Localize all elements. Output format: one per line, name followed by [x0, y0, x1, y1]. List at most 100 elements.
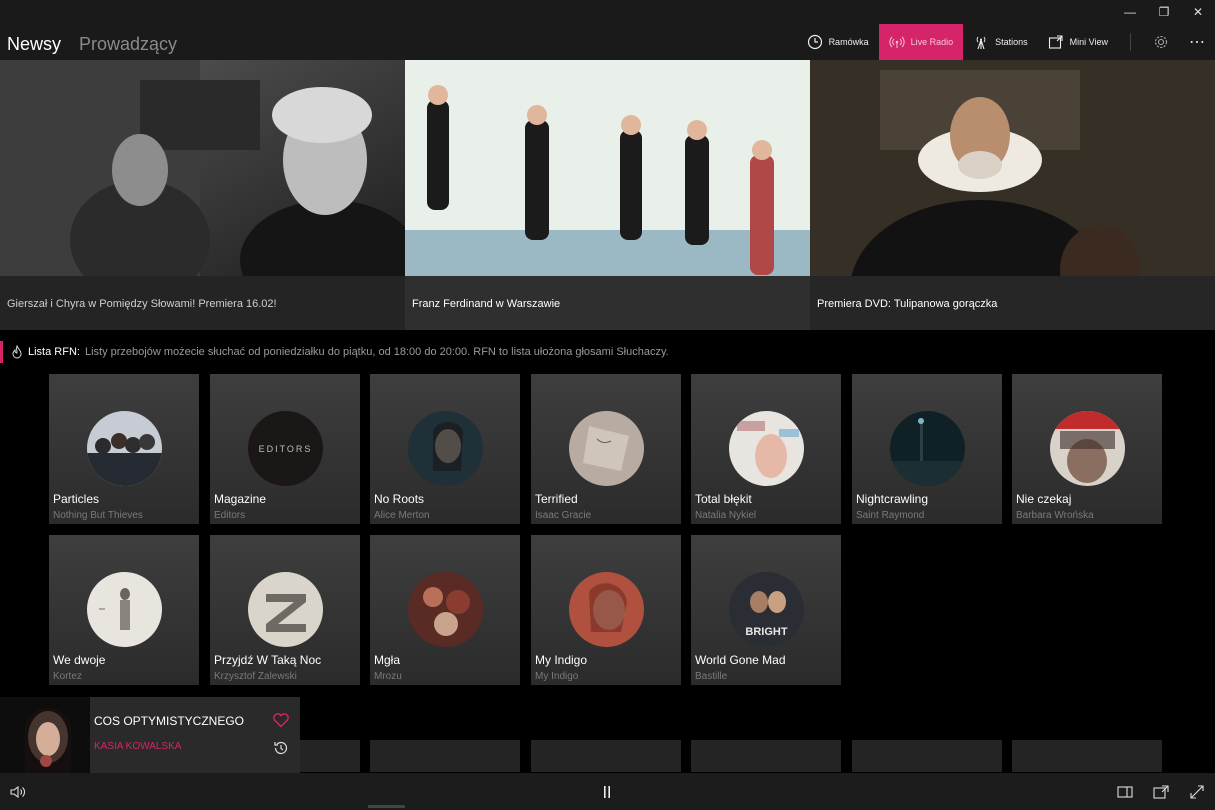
- pivot-nav: Newsy Prowadzący: [7, 34, 177, 55]
- album-cover: EDITORS: [248, 411, 323, 486]
- hero-tile[interactable]: Premiera DVD: Tulipanowa gorączka: [810, 60, 1215, 330]
- song-tile[interactable]: Particles Nothing But Thieves: [49, 374, 199, 524]
- now-playing-artwork[interactable]: [0, 697, 90, 773]
- mini-view-button[interactable]: Mini View: [1038, 24, 1118, 60]
- live-radio-label: Live Radio: [910, 37, 954, 47]
- song-artist: Mrozu: [374, 671, 402, 682]
- song-artist: Editors: [214, 510, 246, 521]
- song-artist: Krzysztof Zalewski: [214, 671, 297, 682]
- song-tile[interactable]: My Indigo My Indigo: [531, 535, 681, 685]
- expand-icon: [1190, 785, 1204, 799]
- song-tile[interactable]: We dwoje Kortez: [49, 535, 199, 685]
- song-tile[interactable]: Nightcrawling Saint Raymond: [852, 374, 1002, 524]
- album-cover: [248, 572, 323, 647]
- gear-icon: [1154, 35, 1168, 49]
- song-artist: My Indigo: [535, 671, 579, 682]
- scroll-indicator: [368, 805, 405, 808]
- volume-button[interactable]: [8, 782, 28, 802]
- song-tile[interactable]: BRIGHT World Gone Mad Bastille: [691, 535, 841, 685]
- toolbar-divider: [1130, 33, 1131, 51]
- hero-caption: Gierszał i Chyra w Pomiędzy Słowami! Pre…: [0, 276, 405, 330]
- hero-image-movie: [810, 60, 1215, 276]
- album-cover-text: BRIGHT: [745, 626, 787, 638]
- song-title: No Roots: [374, 492, 425, 506]
- song-tile[interactable]: Przyjdź W Taką Noc Krzysztof Zalewski: [210, 535, 360, 685]
- now-playing-artist: KASIA KOWALSKA: [94, 741, 182, 752]
- song-tile-placeholder[interactable]: [370, 740, 520, 772]
- album-cover-text: EDITORS: [259, 444, 313, 454]
- settings-button[interactable]: [1143, 24, 1179, 60]
- album-cover: BRIGHT: [729, 572, 804, 647]
- album-cover: [890, 411, 965, 486]
- song-tile-placeholder[interactable]: [691, 740, 841, 772]
- song-title: We dwoje: [53, 653, 106, 667]
- song-tile[interactable]: Total błękit Natalia Nykiel: [691, 374, 841, 524]
- history-icon[interactable]: [272, 739, 290, 757]
- chart-description: Listy przebojów możecie słuchać od ponie…: [84, 346, 669, 358]
- hero-tile[interactable]: Franz Ferdinand w Warszawie: [405, 60, 810, 330]
- album-cover: [87, 572, 162, 647]
- hero-caption: Franz Ferdinand w Warszawie: [405, 276, 810, 330]
- tab-prowadzacy[interactable]: Prowadzący: [79, 34, 177, 55]
- song-title: Nightcrawling: [856, 492, 929, 506]
- song-artist: Kortez: [53, 671, 82, 682]
- song-tile[interactable]: Nie czekaj Barbara Wrońska: [1012, 374, 1162, 524]
- album-cover: [87, 411, 162, 486]
- song-title: Mgła: [374, 653, 401, 667]
- mini-view-label: Mini View: [1069, 37, 1108, 47]
- chart-info-line: Lista RFN: Listy przebojów możecie słuch…: [0, 340, 1215, 364]
- song-tile[interactable]: EDITORS Magazine Editors: [210, 374, 360, 524]
- song-artist: Bastille: [695, 671, 728, 682]
- song-title: Terrified: [535, 492, 578, 506]
- album-cover: [569, 411, 644, 486]
- song-tile-placeholder[interactable]: [852, 740, 1002, 772]
- tab-newsy[interactable]: Newsy: [7, 34, 61, 55]
- compact-view-button[interactable]: [1115, 782, 1135, 802]
- song-tile[interactable]: No Roots Alice Merton: [370, 374, 520, 524]
- song-tile-placeholder[interactable]: [1012, 740, 1162, 772]
- song-title: Particles: [53, 492, 100, 506]
- song-artist: Isaac Gracie: [535, 510, 592, 521]
- mini-view-icon: [1048, 35, 1063, 49]
- song-artist: Alice Merton: [374, 510, 430, 521]
- hero-image-film: [0, 60, 405, 276]
- hero-tile[interactable]: Gierszał i Chyra w Pomiędzy Słowami! Pre…: [0, 60, 405, 330]
- stations-label: Stations: [995, 37, 1028, 47]
- restore-button[interactable]: ❐: [1147, 0, 1181, 24]
- title-bar: — ❐ ✕: [0, 0, 1215, 24]
- speaker-icon: [10, 785, 25, 799]
- panel-icon: [1117, 786, 1133, 798]
- live-radio-button[interactable]: Live Radio: [878, 24, 964, 60]
- song-tile-placeholder[interactable]: [531, 740, 681, 772]
- album-cover: [729, 411, 804, 486]
- more-button[interactable]: ⋯: [1179, 24, 1215, 60]
- window-controls: — ❐ ✕: [1113, 0, 1215, 24]
- fullscreen-button[interactable]: [1187, 782, 1207, 802]
- song-tile[interactable]: Terrified Isaac Gracie: [531, 374, 681, 524]
- mini-player-button[interactable]: [1151, 782, 1171, 802]
- flame-icon: [12, 345, 22, 359]
- hero-image-band: [405, 60, 810, 276]
- album-cover: [408, 572, 483, 647]
- song-artist: Barbara Wrońska: [1016, 510, 1094, 521]
- song-tile[interactable]: Mgła Mrozu: [370, 535, 520, 685]
- broadcast-icon: [888, 36, 905, 48]
- minimize-button[interactable]: —: [1113, 0, 1147, 24]
- stations-button[interactable]: Stations: [963, 24, 1038, 60]
- song-artist: Nothing But Thieves: [53, 510, 143, 521]
- song-title: Przyjdź W Taką Noc: [214, 653, 322, 667]
- chart-label: Lista RFN:: [28, 346, 80, 358]
- schedule-button[interactable]: Ramówka: [797, 24, 879, 60]
- song-title: Magazine: [214, 492, 267, 506]
- schedule-label: Ramówka: [828, 37, 869, 47]
- song-title: Nie czekaj: [1016, 492, 1072, 506]
- song-title: World Gone Mad: [695, 653, 786, 667]
- player-bar: [0, 773, 1215, 810]
- popout-icon: [1153, 785, 1169, 799]
- pause-icon: [604, 786, 610, 798]
- close-button[interactable]: ✕: [1181, 0, 1215, 24]
- pause-button[interactable]: [597, 782, 617, 802]
- now-playing-panel: COS OPTYMISTYCZNEGO KASIA KOWALSKA: [90, 697, 300, 773]
- hero-strip: Gierszał i Chyra w Pomiędzy Słowami! Pre…: [0, 60, 1215, 330]
- heart-icon[interactable]: [272, 711, 290, 729]
